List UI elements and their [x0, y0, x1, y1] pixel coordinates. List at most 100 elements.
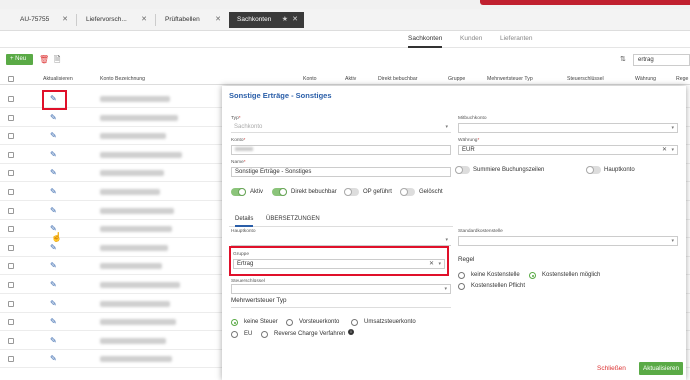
aktiv-label: Aktiv [250, 189, 264, 195]
table-header: Aktualisieren Konto Bezeichnung Konto Ak… [0, 73, 690, 85]
redacted-text [100, 282, 180, 288]
redacted-text [100, 244, 168, 251]
trash-icon[interactable]: 🗑 [39, 55, 49, 64]
edit-pencil-icon[interactable]: ✎ [50, 299, 57, 308]
standardkostenstelle-select[interactable]: ▾ [458, 236, 678, 246]
row-checkbox[interactable] [8, 151, 14, 158]
row-checkbox[interactable] [8, 263, 14, 270]
hauptkonto-select[interactable]: ▾ [231, 236, 451, 246]
subtab-sachkonten[interactable]: Sachkonten [408, 35, 443, 48]
radio-kostenstellen-moeglich[interactable] [529, 272, 536, 279]
radio-kostenstellen-pflicht[interactable] [458, 283, 465, 290]
radio-label: Reverse Charge Verfahren [274, 331, 346, 337]
edit-pencil-icon[interactable]: ✎ [50, 354, 57, 363]
radio-umsatzsteuerkonto[interactable] [351, 319, 358, 326]
geloescht-label: Gelöscht [419, 189, 443, 195]
row-checkbox[interactable] [8, 282, 14, 288]
edit-pencil-icon[interactable]: ✎ [50, 336, 57, 345]
mitbuchkonto-select[interactable]: ▾ [458, 123, 678, 133]
redacted-text [100, 226, 172, 233]
geloescht-toggle[interactable] [400, 188, 415, 196]
col-konto-bezeichnung[interactable]: Konto Bezeichnung [100, 76, 145, 82]
row-checkbox[interactable] [8, 300, 14, 307]
brand-accent [480, 0, 690, 5]
new-button-label: Neu [15, 56, 27, 62]
mwst-title: Mehrwertsteuer Typ [231, 297, 287, 304]
row-checkbox[interactable] [8, 96, 14, 102]
tab-label: Liefervorsch... [86, 16, 127, 23]
tab-sachkonten[interactable]: Sachkonten ★ ✕ [229, 12, 304, 28]
close-icon[interactable]: ✕ [62, 12, 68, 28]
new-button[interactable]: + Neu [6, 54, 33, 65]
waehrung-select[interactable]: EUR ✕ ▾ [458, 145, 678, 155]
info-icon[interactable]: i [348, 329, 354, 335]
subtab-kunden[interactable]: Kunden [460, 35, 482, 42]
radio-keine-kostenstelle[interactable] [458, 272, 465, 279]
direkt-toggle[interactable] [272, 188, 287, 196]
close-icon[interactable]: ✕ [215, 12, 221, 28]
close-icon[interactable]: ✕ [292, 12, 298, 28]
standardkostenstelle-label: Standardkostenstelle [458, 229, 503, 234]
edit-pencil-icon[interactable]: ✎ [50, 150, 57, 159]
row-checkbox[interactable] [8, 244, 14, 251]
edit-pencil-icon[interactable]: ✎ [50, 317, 57, 326]
radio-eu[interactable] [231, 331, 238, 338]
edit-pencil-icon[interactable]: ✎ [50, 261, 57, 270]
edit-pencil-icon[interactable]: ✎ [50, 280, 57, 289]
document-icon[interactable]: 🗎 [54, 55, 61, 64]
close-icon[interactable]: ✕ [141, 12, 147, 28]
detail-tabs: Details ÜBERSETZUNGEN [229, 214, 453, 227]
steuerschluessel-select[interactable]: ▾ [231, 284, 451, 294]
aktiv-toggle[interactable] [231, 188, 246, 196]
star-icon[interactable]: ★ [282, 12, 288, 28]
search-input[interactable]: ertrag [633, 54, 690, 66]
tab-pruftabellen[interactable]: Prüftabellen ✕ [157, 12, 227, 28]
redacted-text [100, 189, 160, 195]
radio-vorsteuerkonto[interactable] [286, 319, 293, 326]
row-checkbox[interactable] [8, 356, 14, 363]
select-all-checkbox[interactable] [8, 76, 14, 82]
col-konto[interactable]: Konto [303, 76, 317, 82]
subtab-lieferanten[interactable]: Lieferanten [500, 35, 533, 42]
edit-pencil-icon[interactable]: ✎ [50, 243, 57, 252]
tab-uebersetzungen[interactable]: ÜBERSETZUNGEN [266, 216, 320, 222]
konto-label: Konto* [231, 138, 246, 143]
row-checkbox[interactable] [8, 114, 14, 121]
edit-pencil-icon[interactable]: ✎ [50, 131, 57, 140]
tab-au-75755[interactable]: AU-75755 ✕ [12, 12, 74, 28]
konto-field[interactable] [231, 145, 451, 155]
redacted-text [100, 207, 174, 214]
row-checkbox[interactable] [8, 226, 14, 233]
col-aktualisieren[interactable]: Aktualisieren [43, 76, 73, 82]
col-steuerschluessel[interactable]: Steuerschlüssel [567, 76, 604, 82]
col-waehrung[interactable]: Währung [635, 76, 656, 82]
name-field[interactable]: Sonstige Erträge - Sonstiges [231, 167, 451, 177]
row-checkbox[interactable] [8, 337, 14, 344]
tab-liefervorschlag[interactable]: Liefervorsch... ✕ [78, 12, 153, 28]
row-checkbox[interactable] [8, 170, 14, 177]
update-button[interactable]: Aktualisieren [639, 362, 684, 375]
summiere-toggle[interactable] [455, 166, 470, 174]
regel-title: Regel [458, 256, 475, 263]
radio-reverse-charge[interactable] [261, 331, 268, 338]
edit-pencil-icon[interactable]: ✎ [50, 206, 57, 215]
row-checkbox[interactable] [8, 189, 14, 195]
edit-pencil-icon[interactable]: ✎ [50, 113, 57, 122]
tab-details[interactable]: Details [235, 216, 254, 227]
row-checkbox[interactable] [8, 133, 14, 140]
redacted-text [100, 114, 178, 121]
col-gruppe[interactable]: Gruppe [448, 76, 465, 82]
close-button[interactable]: Schließen [597, 365, 626, 372]
radio-keine-steuer[interactable] [231, 319, 238, 326]
col-direkt-bebuchbar[interactable]: Direkt bebuchbar [378, 76, 418, 82]
row-checkbox[interactable] [8, 207, 14, 214]
hauptkonto-toggle[interactable] [586, 166, 601, 174]
edit-pencil-icon[interactable]: ✎ [50, 187, 57, 196]
col-mwst-typ[interactable]: Mehrwertsteuer Typ [487, 76, 533, 82]
col-regel[interactable]: Rege [676, 76, 688, 82]
sort-icon[interactable]: ⇅ [620, 55, 626, 63]
col-aktiv[interactable]: Aktiv [345, 76, 356, 82]
op-toggle[interactable] [344, 188, 359, 196]
row-checkbox[interactable] [8, 319, 14, 326]
edit-pencil-icon[interactable]: ✎ [50, 168, 57, 177]
